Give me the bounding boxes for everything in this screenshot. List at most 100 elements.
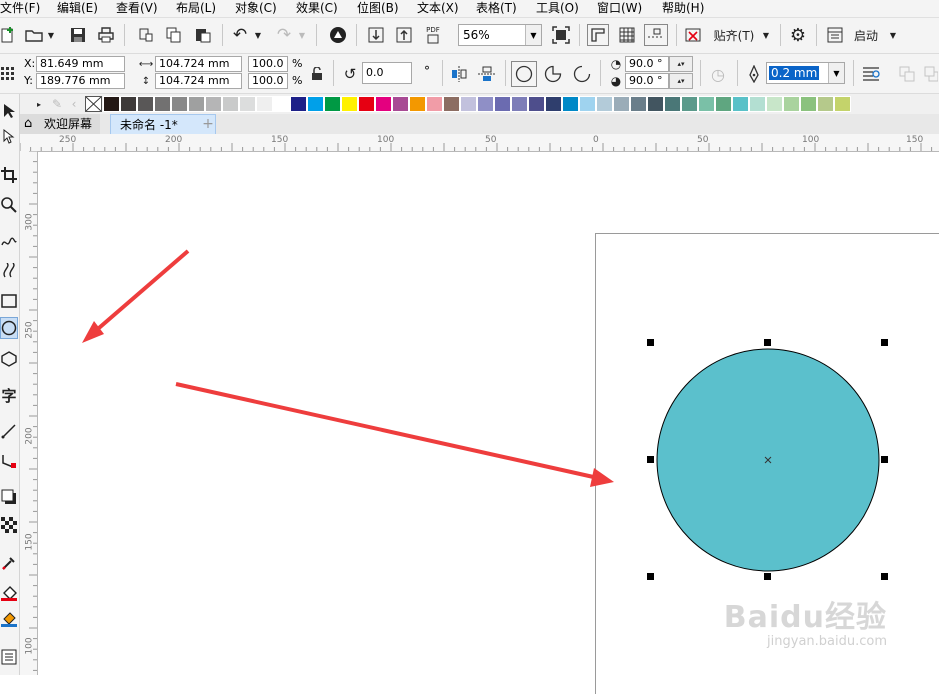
redo-dropdown-icon[interactable]: ▼ xyxy=(296,26,308,44)
color-swatch[interactable] xyxy=(290,96,307,112)
freehand-tool-icon[interactable] xyxy=(0,230,18,252)
color-swatch[interactable] xyxy=(613,96,630,112)
connector-tool-icon[interactable] xyxy=(0,450,18,472)
palette-left-arrow-icon[interactable]: ‹ xyxy=(68,96,80,112)
copy-icon[interactable] xyxy=(164,26,184,44)
snap-to-label[interactable]: 贴齐(T) xyxy=(712,26,756,44)
redo-icon[interactable]: ↷ xyxy=(274,25,294,45)
color-swatch[interactable] xyxy=(528,96,545,112)
zoom-level-combo[interactable]: 56% ▼ xyxy=(458,24,542,46)
color-swatch[interactable] xyxy=(205,96,222,112)
drop-shadow-tool-icon[interactable] xyxy=(0,486,18,508)
interactive-fill-tool-icon[interactable] xyxy=(0,582,18,604)
tab-welcome[interactable]: ⌂ 欢迎屏幕 xyxy=(20,114,100,134)
snap-to-icon[interactable] xyxy=(683,25,703,45)
gear-icon[interactable]: ⚙ xyxy=(788,25,808,46)
to-front-icon[interactable] xyxy=(897,64,917,84)
x-position-field[interactable]: 81.649 mm xyxy=(36,56,125,72)
crop-tool-icon[interactable] xyxy=(0,164,18,186)
color-swatch[interactable] xyxy=(732,96,749,112)
object-manager-icon[interactable] xyxy=(0,646,18,668)
color-swatch[interactable] xyxy=(154,96,171,112)
color-swatch[interactable] xyxy=(834,96,851,112)
export-icon[interactable] xyxy=(394,26,414,44)
horizontal-ruler[interactable]: 250 200 150 100 50 0 50 100 150 xyxy=(20,134,939,152)
menu-view[interactable]: 查看(V) xyxy=(116,0,158,17)
pick-tool-icon[interactable] xyxy=(0,100,18,122)
selection-handle[interactable] xyxy=(647,456,654,463)
menu-effects[interactable]: 效果(C) xyxy=(296,0,338,17)
scale-height-field[interactable]: 100.0 xyxy=(248,73,288,89)
menu-table[interactable]: 表格(T) xyxy=(476,0,517,17)
color-swatch[interactable] xyxy=(256,96,273,112)
color-swatch[interactable] xyxy=(596,96,613,112)
menu-bitmaps[interactable]: 位图(B) xyxy=(357,0,399,17)
end-angle-spinner[interactable]: ▴▾ xyxy=(669,73,693,89)
color-swatch[interactable] xyxy=(443,96,460,112)
selection-handle[interactable] xyxy=(764,573,771,580)
width-field[interactable]: 104.724 mm xyxy=(155,56,242,72)
rectangle-tool-icon[interactable] xyxy=(0,290,18,312)
color-swatch[interactable] xyxy=(460,96,477,112)
mirror-vertical-icon[interactable] xyxy=(477,64,497,84)
menu-text[interactable]: 文本(X) xyxy=(417,0,459,17)
color-swatch[interactable] xyxy=(800,96,817,112)
color-swatch[interactable] xyxy=(307,96,324,112)
text-wrap-icon[interactable] xyxy=(861,64,881,84)
menu-window[interactable]: 窗口(W) xyxy=(597,0,642,17)
show-rulers-icon[interactable] xyxy=(587,24,609,46)
vertical-ruler[interactable]: 300 250 200 150 100 xyxy=(20,151,38,675)
color-swatch[interactable] xyxy=(171,96,188,112)
launch-dropdown-icon[interactable]: ▼ xyxy=(887,26,899,44)
chevron-down-icon[interactable]: ▼ xyxy=(828,63,844,83)
color-swatch[interactable] xyxy=(137,96,154,112)
show-grid-icon[interactable] xyxy=(617,25,637,45)
color-swatch[interactable] xyxy=(494,96,511,112)
start-angle-spinner[interactable]: ▴▾ xyxy=(669,56,693,72)
color-swatch[interactable] xyxy=(749,96,766,112)
color-swatch[interactable] xyxy=(664,96,681,112)
color-swatch[interactable] xyxy=(766,96,783,112)
rotation-angle-field[interactable]: 0.0 xyxy=(362,62,412,84)
full-screen-icon[interactable] xyxy=(551,25,571,45)
color-swatch[interactable] xyxy=(273,96,290,112)
color-eyedropper-tool-icon[interactable] xyxy=(0,552,18,574)
color-swatch[interactable] xyxy=(375,96,392,112)
snap-dropdown-icon[interactable]: ▼ xyxy=(760,26,772,44)
open-folder-icon[interactable] xyxy=(24,26,44,44)
menu-file[interactable]: 文件(F) xyxy=(0,0,40,17)
artistic-media-tool-icon[interactable] xyxy=(0,260,18,282)
color-swatch[interactable] xyxy=(392,96,409,112)
change-direction-icon[interactable]: ◷ xyxy=(708,64,728,84)
undo-dropdown-icon[interactable]: ▼ xyxy=(252,26,264,44)
parallel-dimension-tool-icon[interactable] xyxy=(0,420,18,442)
import-icon[interactable] xyxy=(366,26,386,44)
start-angle-field[interactable]: 90.0 ° xyxy=(625,56,669,72)
object-origin-icon[interactable] xyxy=(0,65,16,83)
color-swatch[interactable] xyxy=(409,96,426,112)
pie-mode-icon[interactable] xyxy=(542,64,564,84)
color-swatch[interactable] xyxy=(341,96,358,112)
new-document-icon[interactable] xyxy=(0,26,16,44)
selection-handle[interactable] xyxy=(881,573,888,580)
open-dropdown-icon[interactable]: ▼ xyxy=(45,26,57,44)
text-tool-icon[interactable]: 字 xyxy=(0,384,18,406)
ellipse-tool-icon[interactable] xyxy=(0,317,18,339)
outline-width-combo[interactable]: 0.2 mm ▼ xyxy=(766,62,845,84)
lock-ratio-icon[interactable] xyxy=(309,65,325,83)
menu-tools[interactable]: 工具(O) xyxy=(536,0,579,17)
polygon-tool-icon[interactable] xyxy=(0,348,18,370)
color-swatch[interactable] xyxy=(630,96,647,112)
color-swatch[interactable] xyxy=(358,96,375,112)
color-swatch[interactable] xyxy=(647,96,664,112)
to-back-icon[interactable] xyxy=(923,64,939,84)
color-swatch[interactable] xyxy=(579,96,596,112)
cut-icon[interactable] xyxy=(136,26,156,44)
scale-width-field[interactable]: 100.0 xyxy=(248,56,288,72)
smart-fill-tool-icon[interactable] xyxy=(0,608,18,630)
transparency-tool-icon[interactable] xyxy=(0,514,18,536)
color-swatch[interactable] xyxy=(103,96,120,112)
ellipse-shape[interactable] xyxy=(650,342,890,582)
menu-object[interactable]: 对象(C) xyxy=(235,0,277,17)
color-swatch[interactable] xyxy=(783,96,800,112)
